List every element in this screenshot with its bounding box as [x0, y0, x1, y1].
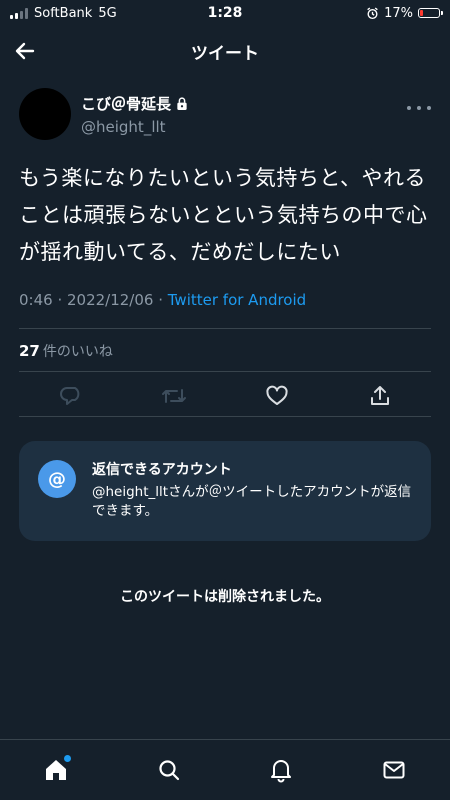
deleted-tweet-notice: このツイートは削除されました。: [120, 589, 330, 605]
tweet: こび＠骨延長 @height_llt もう楽になりたいという気持ちと、やれること…: [19, 86, 431, 309]
battery-percent: 17%: [384, 5, 413, 21]
author-handle: @height_llt: [81, 117, 166, 136]
reply-restriction-title: 返信できるアカウント: [92, 462, 232, 478]
likes-number: 27: [19, 342, 40, 360]
more-options-button[interactable]: [407, 102, 431, 114]
retweet-button[interactable]: [156, 378, 192, 414]
nav-search[interactable]: [147, 748, 191, 792]
back-button[interactable]: [8, 34, 42, 68]
like-button[interactable]: [259, 378, 295, 414]
alarm-icon: [367, 7, 378, 19]
retweet-icon: [161, 389, 186, 403]
dot-icon: [427, 106, 431, 110]
tweet-detail-screen: SoftBank 5G 1:28 17% ツイート こび＠骨延長 @height…: [0, 0, 450, 800]
likes-label: 件のいいね: [42, 344, 113, 360]
dot-icon: [407, 106, 411, 110]
battery-icon: [418, 8, 443, 18]
divider: [19, 416, 431, 417]
reply-icon: [59, 387, 79, 405]
likes-count[interactable]: 27 件のいいね: [19, 341, 113, 361]
tweet-text: もう楽になりたいという気持ちと、やれることは頑張らないとという気持ちの中で心が揺…: [19, 166, 428, 264]
search-icon: [159, 760, 179, 781]
arrow-left-icon: [15, 42, 35, 60]
bottom-nav: [0, 739, 450, 800]
divider: [19, 371, 431, 372]
tweet-timestamp: 0:46 · 2022/12/06 ·: [19, 291, 168, 309]
header: ツイート: [0, 26, 450, 76]
at-icon: @: [38, 460, 76, 498]
nav-messages[interactable]: [372, 748, 416, 792]
reply-button[interactable]: [53, 378, 89, 414]
battery-info: 17%: [366, 5, 443, 21]
unread-dot: [64, 755, 72, 762]
mail-icon: [383, 761, 405, 779]
share-button[interactable]: [362, 378, 398, 414]
tweet-actions: [19, 376, 431, 416]
status-bar: SoftBank 5G 1:28 17%: [0, 0, 450, 26]
battery-level: [420, 10, 424, 16]
reply-restriction-body: @height_lltさんが＠ツイートしたアカウントが返信できます。: [92, 484, 412, 519]
bell-icon: [271, 760, 292, 783]
heart-icon: [265, 385, 288, 405]
page-title: ツイート: [191, 43, 259, 64]
share-icon: [370, 386, 389, 405]
tweet-source-link[interactable]: Twitter for Android: [168, 291, 306, 309]
nav-home[interactable]: [34, 748, 78, 792]
nav-notifications[interactable]: [259, 748, 303, 792]
lock-icon: [177, 96, 187, 110]
divider: [19, 328, 431, 329]
dot-icon: [417, 106, 421, 110]
author-name-row: こび＠骨延長: [81, 93, 188, 114]
reply-restriction-card: @ 返信できるアカウント @height_lltさんが＠ツイートしたアカウントが…: [19, 441, 431, 541]
tweet-author[interactable]: こび＠骨延長 @height_llt: [19, 86, 431, 142]
author-name: こび＠骨延長: [81, 94, 172, 113]
author-info: こび＠骨延長 @height_llt: [81, 93, 188, 136]
tweet-meta: 0:46 · 2022/12/06 · Twitter for Android: [19, 291, 431, 309]
avatar[interactable]: [19, 88, 71, 140]
